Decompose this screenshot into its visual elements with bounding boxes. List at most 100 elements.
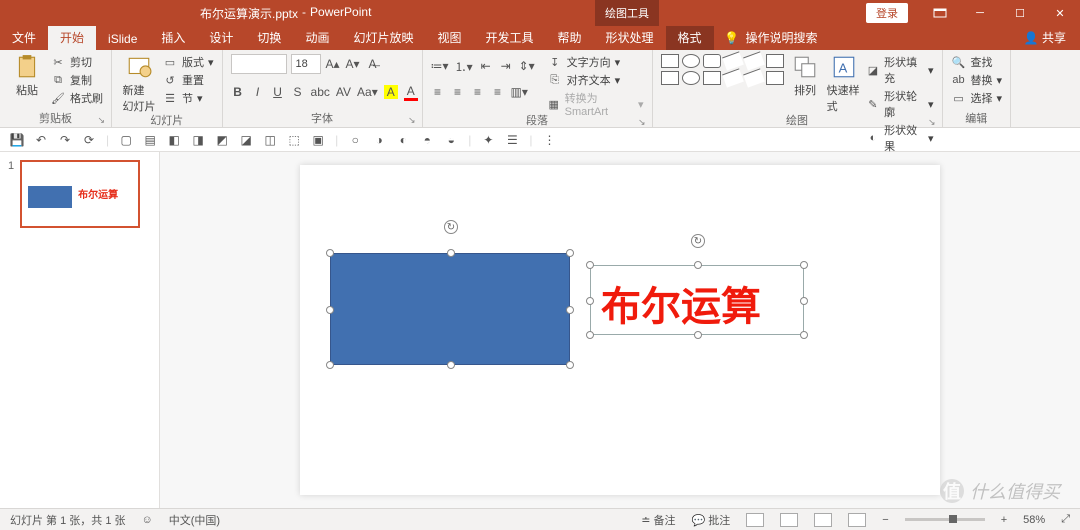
clear-format-icon[interactable]: A̶ (365, 56, 381, 72)
zoom-value[interactable]: 58% (1023, 514, 1045, 526)
qat-icon[interactable]: ▣ (311, 133, 325, 147)
shrink-font-icon[interactable]: A▾ (345, 56, 361, 72)
tab-format[interactable]: 格式 (666, 25, 714, 50)
qat-shape-icon[interactable]: ◐ (396, 133, 410, 147)
rectangle-shape[interactable]: ↻ (330, 253, 570, 365)
grow-font-icon[interactable]: A▴ (325, 56, 341, 72)
canvas[interactable]: ↖ ↻ ↻ 布尔运算 (160, 152, 1080, 508)
redo-icon[interactable]: ↷ (58, 133, 72, 147)
tab-slideshow[interactable]: 幻灯片放映 (341, 25, 425, 50)
ribbon-options-icon[interactable] (920, 0, 960, 26)
accessibility-icon[interactable]: ☺ (142, 514, 153, 526)
find-button[interactable]: 🔍查找 (951, 54, 1003, 70)
rotate-handle-icon[interactable]: ↻ (691, 234, 705, 248)
refresh-icon[interactable]: ⟳ (82, 133, 96, 147)
align-left-button[interactable]: ≡ (431, 85, 445, 99)
bold-button[interactable]: B (231, 85, 245, 99)
qat-icon[interactable]: ⬚ (287, 133, 301, 147)
qat-shape-icon[interactable]: ○ (348, 133, 362, 147)
save-icon[interactable]: 💾 (10, 133, 24, 147)
qat-icon[interactable]: ◪ (239, 133, 253, 147)
change-case-button[interactable]: Aa▾ (357, 85, 378, 99)
slide-thumbnail[interactable]: 布尔运算 (20, 160, 140, 228)
line-spacing-button[interactable]: ⇕▾ (519, 59, 535, 73)
maximize-icon[interactable]: ☐ (1000, 0, 1040, 26)
align-right-button[interactable]: ≡ (471, 85, 485, 99)
shape-fill-button[interactable]: ◪形状填充▾ (866, 54, 934, 86)
tell-me[interactable]: 💡 操作说明搜索 (714, 25, 828, 50)
dialog-launcher-icon[interactable]: ↘ (408, 115, 416, 126)
text-direction-button[interactable]: ↧文字方向▾ (547, 54, 644, 70)
quick-styles-button[interactable]: A 快速样式 (827, 54, 862, 114)
indent-dec-button[interactable]: ⇤ (479, 59, 493, 73)
qat-icon[interactable]: ▢ (119, 133, 133, 147)
underline-button[interactable]: U (271, 85, 285, 99)
reading-view-icon[interactable] (814, 513, 832, 527)
qat-misc-icon[interactable]: ☰ (505, 133, 519, 147)
status-lang[interactable]: 中文(中国) (169, 512, 220, 528)
qat-shape-icon[interactable]: ◑ (372, 133, 386, 147)
slide[interactable]: ↻ ↻ 布尔运算 (300, 165, 940, 495)
highlight-button[interactable]: A (384, 85, 398, 99)
arrange-button[interactable]: 排列 (788, 54, 823, 98)
text-content[interactable]: 布尔运算 (591, 266, 803, 340)
qat-icon[interactable]: ◫ (263, 133, 277, 147)
tab-insert[interactable]: 插入 (149, 25, 197, 50)
notes-button[interactable]: ≐ 备注 (641, 512, 675, 528)
rotate-handle-icon[interactable]: ↻ (444, 220, 458, 234)
zoom-slider[interactable] (905, 518, 985, 521)
undo-icon[interactable]: ↶ (34, 133, 48, 147)
select-button[interactable]: ▭选择▾ (951, 90, 1003, 106)
qat-icon[interactable]: ▤ (143, 133, 157, 147)
strike-button[interactable]: S (291, 85, 305, 99)
replace-button[interactable]: ab替换▾ (951, 72, 1003, 88)
numbering-button[interactable]: ⒈▾ (455, 58, 473, 75)
zoom-out-icon[interactable]: − (882, 514, 888, 526)
indent-inc-button[interactable]: ⇥ (499, 59, 513, 73)
qat-shape-icon[interactable]: ◓ (420, 133, 434, 147)
paste-button[interactable]: 粘贴 (8, 54, 46, 98)
tab-file[interactable]: 文件 (0, 25, 48, 50)
tab-shapeproc[interactable]: 形状处理 (594, 25, 666, 50)
dialog-launcher-icon[interactable]: ↘ (97, 115, 105, 126)
columns-button[interactable]: ▥▾ (511, 85, 528, 99)
spacing-button[interactable]: AV (336, 85, 351, 99)
qat-misc-icon[interactable]: ⋮ (543, 133, 557, 147)
fit-window-icon[interactable]: ⤢ (1061, 513, 1070, 526)
tab-home[interactable]: 开始 (48, 25, 96, 50)
qat-shape-icon[interactable]: ◒ (444, 133, 458, 147)
tab-design[interactable]: 设计 (197, 25, 245, 50)
slideshow-view-icon[interactable] (848, 513, 866, 527)
new-slide-button[interactable]: 新建 幻灯片 (120, 54, 158, 114)
qat-icon[interactable]: ◧ (167, 133, 181, 147)
qat-icon[interactable]: ◨ (191, 133, 205, 147)
dialog-launcher-icon[interactable]: ↘ (638, 117, 646, 128)
format-painter-button[interactable]: 🖌格式刷 (50, 90, 103, 106)
tab-transition[interactable]: 切换 (245, 25, 293, 50)
reset-button[interactable]: ↺重置 (162, 72, 214, 88)
italic-button[interactable]: I (251, 85, 265, 99)
comments-button[interactable]: 💬 批注 (692, 512, 731, 528)
close-icon[interactable]: ✕ (1040, 0, 1080, 26)
font-name-combo[interactable] (231, 54, 287, 74)
section-button[interactable]: ☰节▾ (162, 90, 214, 106)
font-size-combo[interactable]: 18 (291, 54, 321, 74)
cut-button[interactable]: ✂剪切 (50, 54, 103, 70)
shadow-button[interactable]: abc (311, 85, 330, 99)
layout-button[interactable]: ▭版式▾ (162, 54, 214, 70)
text-box[interactable]: ↻ 布尔运算 (590, 265, 804, 335)
align-text-button[interactable]: ⎘对齐文本▾ (547, 72, 644, 88)
normal-view-icon[interactable] (746, 513, 764, 527)
share-button[interactable]: 👤 共享 (1010, 25, 1080, 50)
zoom-in-icon[interactable]: + (1001, 514, 1007, 526)
sorter-view-icon[interactable] (780, 513, 798, 527)
tab-islide[interactable]: iSlide (96, 28, 149, 50)
bullets-button[interactable]: ≔▾ (431, 59, 449, 73)
tab-view[interactable]: 视图 (425, 25, 473, 50)
login-button[interactable]: 登录 (866, 3, 908, 23)
shapes-gallery[interactable] (661, 54, 784, 85)
qat-misc-icon[interactable]: ✦ (481, 133, 495, 147)
justify-button[interactable]: ≡ (491, 85, 505, 99)
dialog-launcher-icon[interactable]: ↘ (928, 117, 936, 128)
tab-animation[interactable]: 动画 (293, 25, 341, 50)
